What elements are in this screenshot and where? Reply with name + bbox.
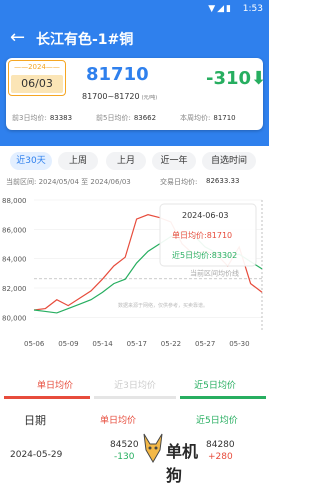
tab-last-week[interactable]: 上周	[58, 152, 98, 170]
status-bar: ▼◢▮ 1:53	[0, 0, 269, 20]
interval-value: 2024/05/04 至 2024/06/03	[38, 178, 131, 186]
x-tick-label: 05-09	[58, 340, 78, 348]
watermark: 单机狗	[140, 428, 200, 485]
x-tick-label: 05-17	[127, 340, 147, 348]
app-bar: ← 长江有色-1#铜	[0, 20, 269, 56]
legend-bar-red	[4, 396, 90, 399]
dog-logo-icon	[143, 433, 163, 463]
down-arrow-icon: ⬇	[251, 68, 267, 89]
tab-custom-time[interactable]: 自选时间	[202, 152, 256, 170]
col-date: 日期	[24, 414, 46, 427]
legend-day-average[interactable]: 单日均价	[20, 379, 90, 393]
table-row[interactable]: 2024-05-29 84520 -130 84280 +280	[0, 438, 269, 480]
price-change: -310⬇	[206, 68, 267, 89]
x-tick-label: 05-30	[229, 340, 249, 348]
tooltip-5day-average: 近5日均价:83302	[172, 250, 237, 260]
date-year: ——2024——	[14, 63, 60, 71]
period-tabs: 近30天 上周 上月 近一年 自选时间	[0, 150, 269, 172]
x-tick-label: 05-27	[195, 340, 215, 348]
date-month-day: 06/03	[11, 75, 63, 93]
price-line-chart: 80,000 82,000 84,000 86,000 88,000 05-06 05-09…	[2, 197, 263, 348]
tab-30days[interactable]: 近30天	[10, 152, 52, 170]
row-day-price: 84520	[110, 440, 139, 450]
tooltip-date: 2024-06-03	[182, 211, 229, 220]
page-title: 长江有色-1#铜	[36, 32, 134, 48]
y-tick-label: 80,000	[2, 314, 27, 322]
status-time: 1:53	[242, 4, 263, 14]
data-source-note: 数据来源于网络，仅供参考，买卖靠谱。	[118, 302, 208, 309]
prev3-average: 前3日均价: 83383	[12, 114, 73, 122]
col-5day-average: 近5日均价	[196, 416, 238, 426]
y-tick-label: 88,000	[2, 197, 27, 205]
date-badge: ——2024—— 06/03	[8, 60, 66, 96]
price-chart[interactable]: 80,000 82,000 84,000 86,000 88,000 05-06 05-09…	[0, 192, 269, 372]
y-tick-label: 86,000	[2, 226, 27, 234]
legend-5day-average[interactable]: 近5日均价	[180, 379, 250, 393]
tooltip-day-average: 单日均价:81710	[172, 230, 232, 240]
interval-info: 当前区间: 2024/05/04 至 2024/06/03 交易日均价: 826…	[6, 177, 240, 186]
row-5day-price: 84280	[206, 440, 235, 450]
reference-label: 当前区间均价线	[190, 269, 239, 278]
watermark-text: 单机狗	[166, 442, 199, 485]
row-5day-change: +280	[208, 452, 233, 462]
legend-bar-green	[180, 396, 266, 399]
row-day-change: -130	[114, 452, 135, 462]
prev5-average: 前5日均价: 83662	[96, 114, 157, 122]
avg-label: 交易日均价:	[160, 178, 198, 186]
current-price: 81710	[86, 64, 149, 85]
y-tick-label: 82,000	[2, 285, 27, 293]
price-range: 81700~81720 (元/吨)	[82, 92, 158, 101]
avg-value: 82633.33	[206, 177, 240, 185]
tab-year[interactable]: 近一年	[152, 152, 196, 170]
price-summary-card: ——2024—— 06/03 81710 81700~81720 (元/吨) -3…	[6, 58, 267, 130]
tab-last-month[interactable]: 上月	[106, 152, 146, 170]
x-tick-label: 05-14	[92, 340, 113, 348]
x-tick-label: 05-06	[24, 340, 45, 348]
back-arrow-icon[interactable]: ←	[10, 27, 25, 48]
y-tick-label: 84,000	[2, 256, 27, 264]
legend-bar-gray	[94, 396, 176, 399]
week-average: 本周均价: 81710	[180, 114, 236, 122]
x-tick-label: 05-22	[161, 340, 181, 348]
status-icons: ▼◢▮	[208, 4, 233, 14]
table-header: 日期 单日均价 近5日均价	[0, 408, 269, 430]
col-day-average: 单日均价	[100, 416, 137, 426]
legend-3day-average[interactable]: 近3日均价	[100, 379, 170, 393]
row-date: 2024-05-29	[10, 450, 63, 460]
